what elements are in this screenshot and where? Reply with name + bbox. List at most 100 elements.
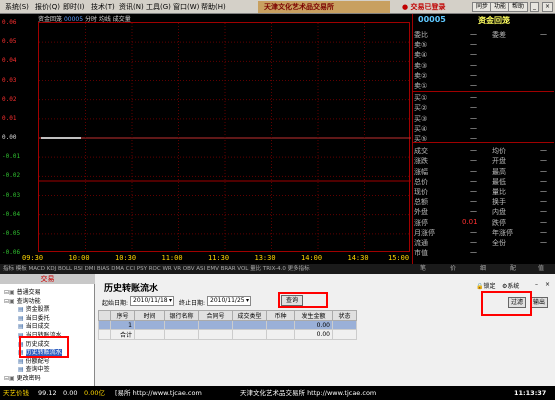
quote-label: 涨停 xyxy=(414,218,428,227)
ticker-2: 天津文化艺术品交易所 http://www.tjcae.com xyxy=(240,389,377,397)
menu-quote[interactable]: 报价(Q) xyxy=(35,2,60,12)
col-contract[interactable]: 合同号 xyxy=(198,310,233,321)
y-tick-left: 0.00 xyxy=(2,134,17,141)
quote-value: — xyxy=(470,238,477,246)
quote-label: 卖① xyxy=(414,82,428,90)
quote-label: 现价 xyxy=(414,188,428,196)
col-seq[interactable]: 序号 xyxy=(110,310,135,321)
table-header-row: 序号 时间 银行名称 合同号 成交类型 币种 发生金额 状态 xyxy=(98,310,357,321)
quote-tab-detail[interactable]: 细 xyxy=(480,264,486,274)
quote-tab-tick[interactable]: 笔 xyxy=(420,264,426,274)
quote-value-right: — xyxy=(540,176,547,185)
quote-value: — xyxy=(470,166,477,175)
x-tick: 14:00 xyxy=(301,254,323,262)
folder-icon: ⊟▣ xyxy=(4,375,17,382)
quote-value-right: — xyxy=(540,227,547,236)
quote-label-right: 年涨停 xyxy=(492,228,513,237)
quote-label: 买③ xyxy=(414,114,428,123)
quote-label: 卖② xyxy=(414,71,428,80)
end-date-dropdown-icon: ▾ xyxy=(245,297,249,304)
y-tick-left: -0.06 xyxy=(2,249,21,256)
quote-label: 买④ xyxy=(414,124,428,133)
quote-label: 涨幅 xyxy=(414,167,428,176)
quote-value: — xyxy=(470,93,477,102)
quote-label: 买② xyxy=(414,104,428,113)
quote-tab-price[interactable]: 价 xyxy=(450,264,456,274)
y-tick-left: 0.06 xyxy=(2,19,17,26)
index-value: 99.12 xyxy=(38,389,57,397)
menu-instant[interactable]: 即时(I) xyxy=(63,2,85,12)
quote-label-right: 最高 xyxy=(492,167,506,176)
end-date-input[interactable]: 2010/11/25 ▾ xyxy=(207,296,251,306)
col-check[interactable] xyxy=(98,310,111,321)
sync-button[interactable]: 同步 xyxy=(472,2,493,12)
tree-item[interactable]: ⊟▣ 更改密码 xyxy=(4,373,41,382)
chart-grid xyxy=(39,23,411,253)
quote-label: 市值 xyxy=(414,249,428,258)
menu-window[interactable]: 窗口(W) xyxy=(173,2,199,12)
quote-value: — xyxy=(470,70,477,79)
minimize-icon[interactable]: _ xyxy=(530,2,539,12)
quote-tab-config[interactable]: 配 xyxy=(510,264,516,274)
folder-icon: ⊟▣ xyxy=(4,297,17,305)
trade-status[interactable]: ● 交易已登录 xyxy=(402,2,446,12)
quote-label-right: 换手 xyxy=(492,198,506,207)
col-bank[interactable]: 银行名称 xyxy=(164,310,199,321)
function-button[interactable]: 功能 xyxy=(490,2,511,12)
quote-label-right: 最低 xyxy=(492,177,506,186)
menu-help[interactable]: 帮助(H) xyxy=(201,2,226,12)
lock-button[interactable]: 🔒锁定 xyxy=(476,281,496,290)
quote-tab-value[interactable]: 值 xyxy=(538,264,544,274)
quote-value-right: — xyxy=(540,217,547,226)
start-date-dropdown-icon: ▾ xyxy=(168,297,172,304)
total-amount: 0.00 xyxy=(294,329,333,340)
y-tick-left: -0.03 xyxy=(2,191,21,199)
x-tick: 11:30 xyxy=(208,254,230,262)
highlight-box-query xyxy=(278,292,328,308)
menu-system[interactable]: 系统(S) xyxy=(5,2,29,12)
quote-separator xyxy=(413,91,554,92)
col-time[interactable]: 时间 xyxy=(134,310,165,321)
quote-label: 月涨停 xyxy=(414,228,435,237)
system-button[interactable]: ⚙系统 xyxy=(502,281,519,290)
menu-tools[interactable]: 工具(G) xyxy=(146,2,171,12)
table-row-total[interactable]: 合计 0.00 xyxy=(98,329,357,340)
quote-label: 成交 xyxy=(414,147,428,156)
start-date-label: 起始日期: xyxy=(102,300,129,307)
quote-value: — xyxy=(470,207,477,216)
col-status[interactable]: 状态 xyxy=(332,310,357,321)
row-seq: 1 xyxy=(110,320,135,330)
col-currency[interactable]: 币种 xyxy=(266,310,295,321)
table-row[interactable]: 1 0.00 xyxy=(98,320,357,330)
export-button[interactable]: 输出 xyxy=(530,297,548,308)
x-tick: 09:30 xyxy=(22,254,44,262)
col-trade-type[interactable]: 成交类型 xyxy=(232,310,267,321)
quote-value: — xyxy=(470,30,477,38)
quote-value: — xyxy=(470,123,477,132)
ticker-1: [易所 http://www.tjcae.com xyxy=(115,389,202,397)
menu-technical[interactable]: 技术(T) xyxy=(91,2,115,12)
help-button[interactable]: 帮助 xyxy=(508,2,529,12)
quote-value: 0.01 xyxy=(462,217,478,226)
quote-label-right: 量比 xyxy=(492,188,506,196)
x-tick: 14:30 xyxy=(347,254,369,262)
quote-value: — xyxy=(470,134,477,142)
quote-label: 买① xyxy=(414,94,428,103)
quote-value: — xyxy=(470,227,477,236)
indicator-tabs[interactable]: 指标 模板 MACD KDJ BOLL RSI DMI BIAS DMA CCI… xyxy=(0,264,415,274)
index-name: 天艺价钱 xyxy=(3,389,29,397)
quote-value: — xyxy=(470,187,477,195)
quote-label-right: 开盘 xyxy=(492,157,506,166)
quote-value: — xyxy=(470,146,477,155)
y-tick-left: 0.04 xyxy=(2,57,17,65)
quote-label-right: 委差 xyxy=(492,31,506,39)
close-icon[interactable]: × xyxy=(542,2,554,12)
menu-news[interactable]: 资讯(N) xyxy=(119,2,144,12)
panel-minimize-icon[interactable]: – xyxy=(535,281,538,288)
highlight-box-nav xyxy=(19,336,69,358)
panel-close-icon[interactable]: × xyxy=(545,281,550,288)
chart-plot-area[interactable] xyxy=(38,22,411,253)
start-date-input[interactable]: 2010/11/18 ▾ xyxy=(130,296,174,306)
col-amount[interactable]: 发生金额 xyxy=(294,310,333,321)
quote-value: — xyxy=(470,50,477,59)
